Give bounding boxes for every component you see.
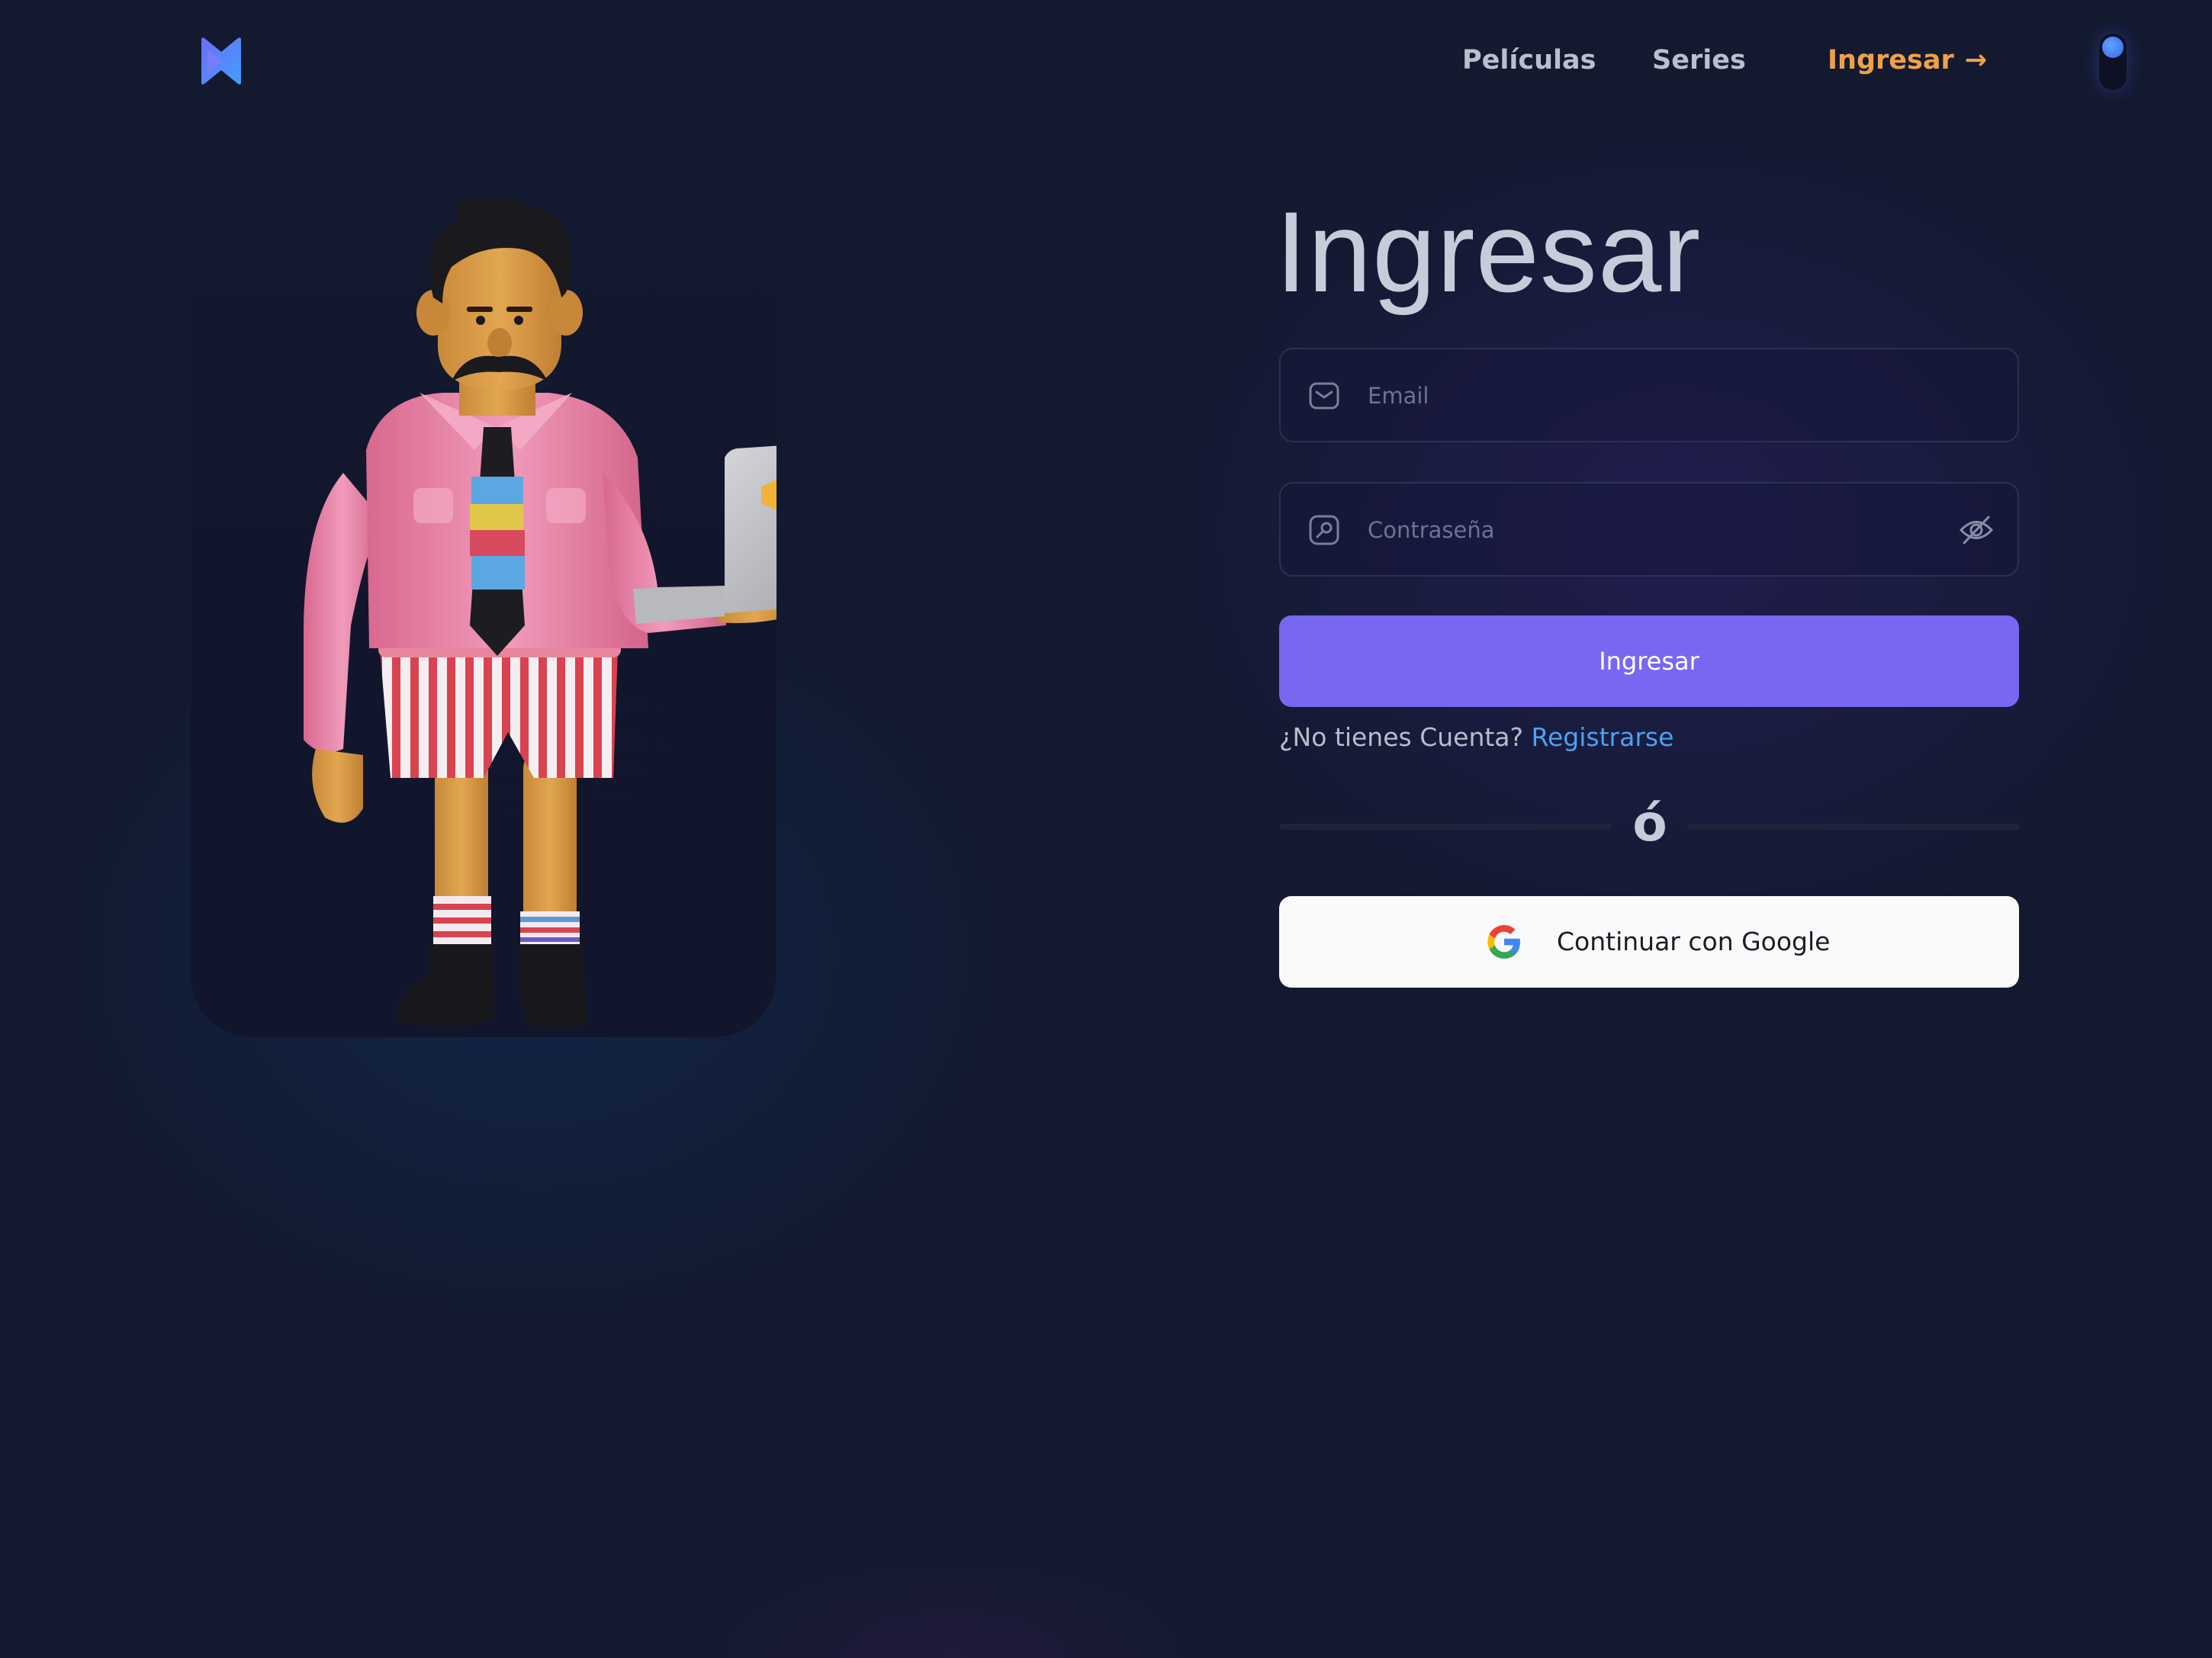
nav-series-link[interactable]: Series xyxy=(1652,43,1746,78)
email-input[interactable] xyxy=(1366,349,1949,442)
mail-icon xyxy=(1309,382,1339,410)
nav-movies-link[interactable]: Películas xyxy=(1462,43,1596,78)
divider-right xyxy=(1687,824,2020,830)
theme-toggle-knob xyxy=(2102,37,2124,58)
brand-logo-icon[interactable] xyxy=(197,35,246,87)
google-icon xyxy=(1487,925,1520,959)
nav-login-label: Ingresar xyxy=(1828,45,1954,76)
page-title: Ingresar xyxy=(1275,188,1702,316)
email-field[interactable] xyxy=(1279,348,2019,442)
divider-left xyxy=(1279,824,1612,830)
illustration-card xyxy=(191,198,776,1037)
key-icon xyxy=(1309,515,1339,545)
arrow-right-icon: → xyxy=(1964,45,1988,76)
login-submit-button[interactable]: Ingresar xyxy=(1279,615,2019,707)
register-prompt-text: ¿No tienes Cuenta? xyxy=(1279,722,1524,752)
register-link[interactable]: Registrarse xyxy=(1532,722,1674,752)
divider-text: ó xyxy=(1632,794,1667,853)
google-login-button[interactable]: Continuar con Google xyxy=(1279,896,2019,988)
theme-toggle[interactable] xyxy=(2099,34,2127,90)
nav-login-link[interactable]: Ingresar → xyxy=(1828,43,1987,78)
google-button-label: Continuar con Google xyxy=(1557,927,1831,956)
password-field[interactable] xyxy=(1279,482,2019,577)
password-input[interactable] xyxy=(1366,484,1949,577)
register-prompt: ¿No tienes Cuenta? Registrarse xyxy=(1279,721,1673,754)
eye-off-icon[interactable] xyxy=(1958,513,1995,548)
person-holding-laptop-illustration xyxy=(304,198,776,1028)
